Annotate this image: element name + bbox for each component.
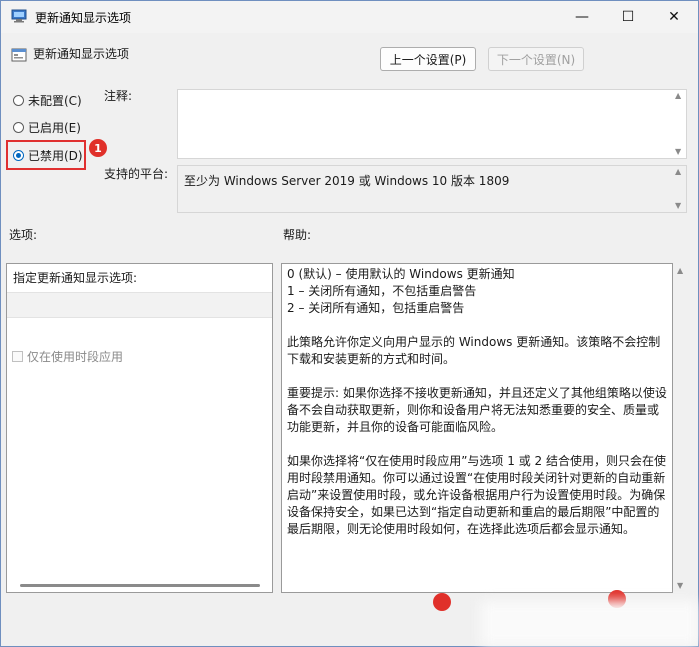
help-paragraph-3: 重要提示: 如果你选择不接收更新通知，并且还定义了其他组策略以使设备不会自动获取… — [287, 386, 667, 434]
policy-name: 更新通知显示选项 — [33, 47, 130, 61]
highlight-annotation-box — [6, 140, 86, 170]
radio-circle[interactable] — [13, 121, 24, 133]
title-bar[interactable]: 更新通知显示选项 — ☐ ✕ — [1, 1, 698, 33]
active-hours-checkbox-label: 仅在使用时段应用 — [27, 350, 124, 364]
scroll-up-icon[interactable]: ▲ — [675, 91, 681, 100]
radio-label: 未配置(C) — [28, 93, 82, 108]
help-section-label: 帮助: — [283, 228, 312, 242]
policy-dialog-window: 更新通知显示选项 — ☐ ✕ 更新通知显示选项 上一个设置(P) 下一个设置(N… — [0, 0, 699, 647]
active-hours-checkbox-row[interactable]: 仅在使用时段应用 — [12, 348, 123, 365]
options-horizontal-scrollbar[interactable] — [20, 584, 260, 587]
policy-setting-icon — [11, 48, 27, 62]
minimize-button[interactable]: — — [559, 1, 605, 33]
group-policy-icon — [11, 9, 27, 23]
options-panel: 指定更新通知显示选项: 仅在使用时段应用 — [6, 263, 273, 593]
next-setting-button[interactable]: 下一个设置(N) — [488, 47, 584, 71]
help-paragraph-2: 此策略允许你定义向用户显示的 Windows 更新通知。该策略不会控制下载和安装… — [287, 335, 661, 366]
help-line-3: 2 – 关闭所有通知，包括重启警告 — [287, 301, 465, 315]
options-section-label: 选项: — [9, 228, 38, 242]
scroll-down-icon[interactable]: ▼ — [675, 147, 681, 156]
blurred-region — [481, 601, 698, 646]
radio-label: 已启用(E) — [28, 120, 81, 135]
comment-scrollbar[interactable]: ▲ ▼ — [673, 89, 687, 159]
platform-field: 至少为 Windows Server 2019 或 Windows 10 版本 … — [177, 165, 687, 213]
previous-setting-button[interactable]: 上一个设置(P) — [380, 47, 476, 71]
step-badge-partial — [433, 593, 451, 611]
radio-circle[interactable] — [13, 94, 24, 106]
help-line-1: 0 (默认) – 使用默认的 Windows 更新通知 — [287, 267, 515, 281]
comment-label: 注释: — [104, 89, 133, 103]
scroll-up-icon[interactable]: ▲ — [675, 167, 681, 176]
help-paragraph-4: 如果你选择将“仅在使用时段应用”与选项 1 或 2 结合使用，则只会在使用时段禁… — [287, 454, 666, 536]
maximize-button[interactable]: ☐ — [605, 1, 651, 33]
radio-not-configured[interactable]: 未配置(C) — [13, 91, 82, 109]
scroll-up-icon[interactable]: ▲ — [677, 266, 683, 275]
help-panel: 0 (默认) – 使用默认的 Windows 更新通知 1 – 关闭所有通知，不… — [281, 263, 673, 593]
radio-enabled[interactable]: 已启用(E) — [13, 118, 81, 136]
options-dropdown-placeholder — [7, 292, 272, 318]
options-heading: 指定更新通知显示选项: — [13, 271, 138, 285]
help-line-2: 1 – 关闭所有通知，不包括重启警告 — [287, 284, 477, 298]
window-title: 更新通知显示选项 — [35, 11, 132, 25]
platform-value: 至少为 Windows Server 2019 或 Windows 10 版本 … — [184, 174, 510, 188]
comment-textarea[interactable] — [177, 89, 687, 159]
step-badge: 1 — [89, 139, 107, 157]
platform-scrollbar[interactable]: ▲ ▼ — [673, 165, 687, 213]
active-hours-checkbox[interactable] — [12, 351, 23, 362]
scroll-down-icon[interactable]: ▼ — [677, 581, 683, 590]
help-scrollbar[interactable]: ▲ ▼ — [675, 263, 689, 593]
close-button[interactable]: ✕ — [651, 1, 697, 33]
platform-label: 支持的平台: — [104, 167, 169, 181]
scroll-down-icon[interactable]: ▼ — [675, 201, 681, 210]
